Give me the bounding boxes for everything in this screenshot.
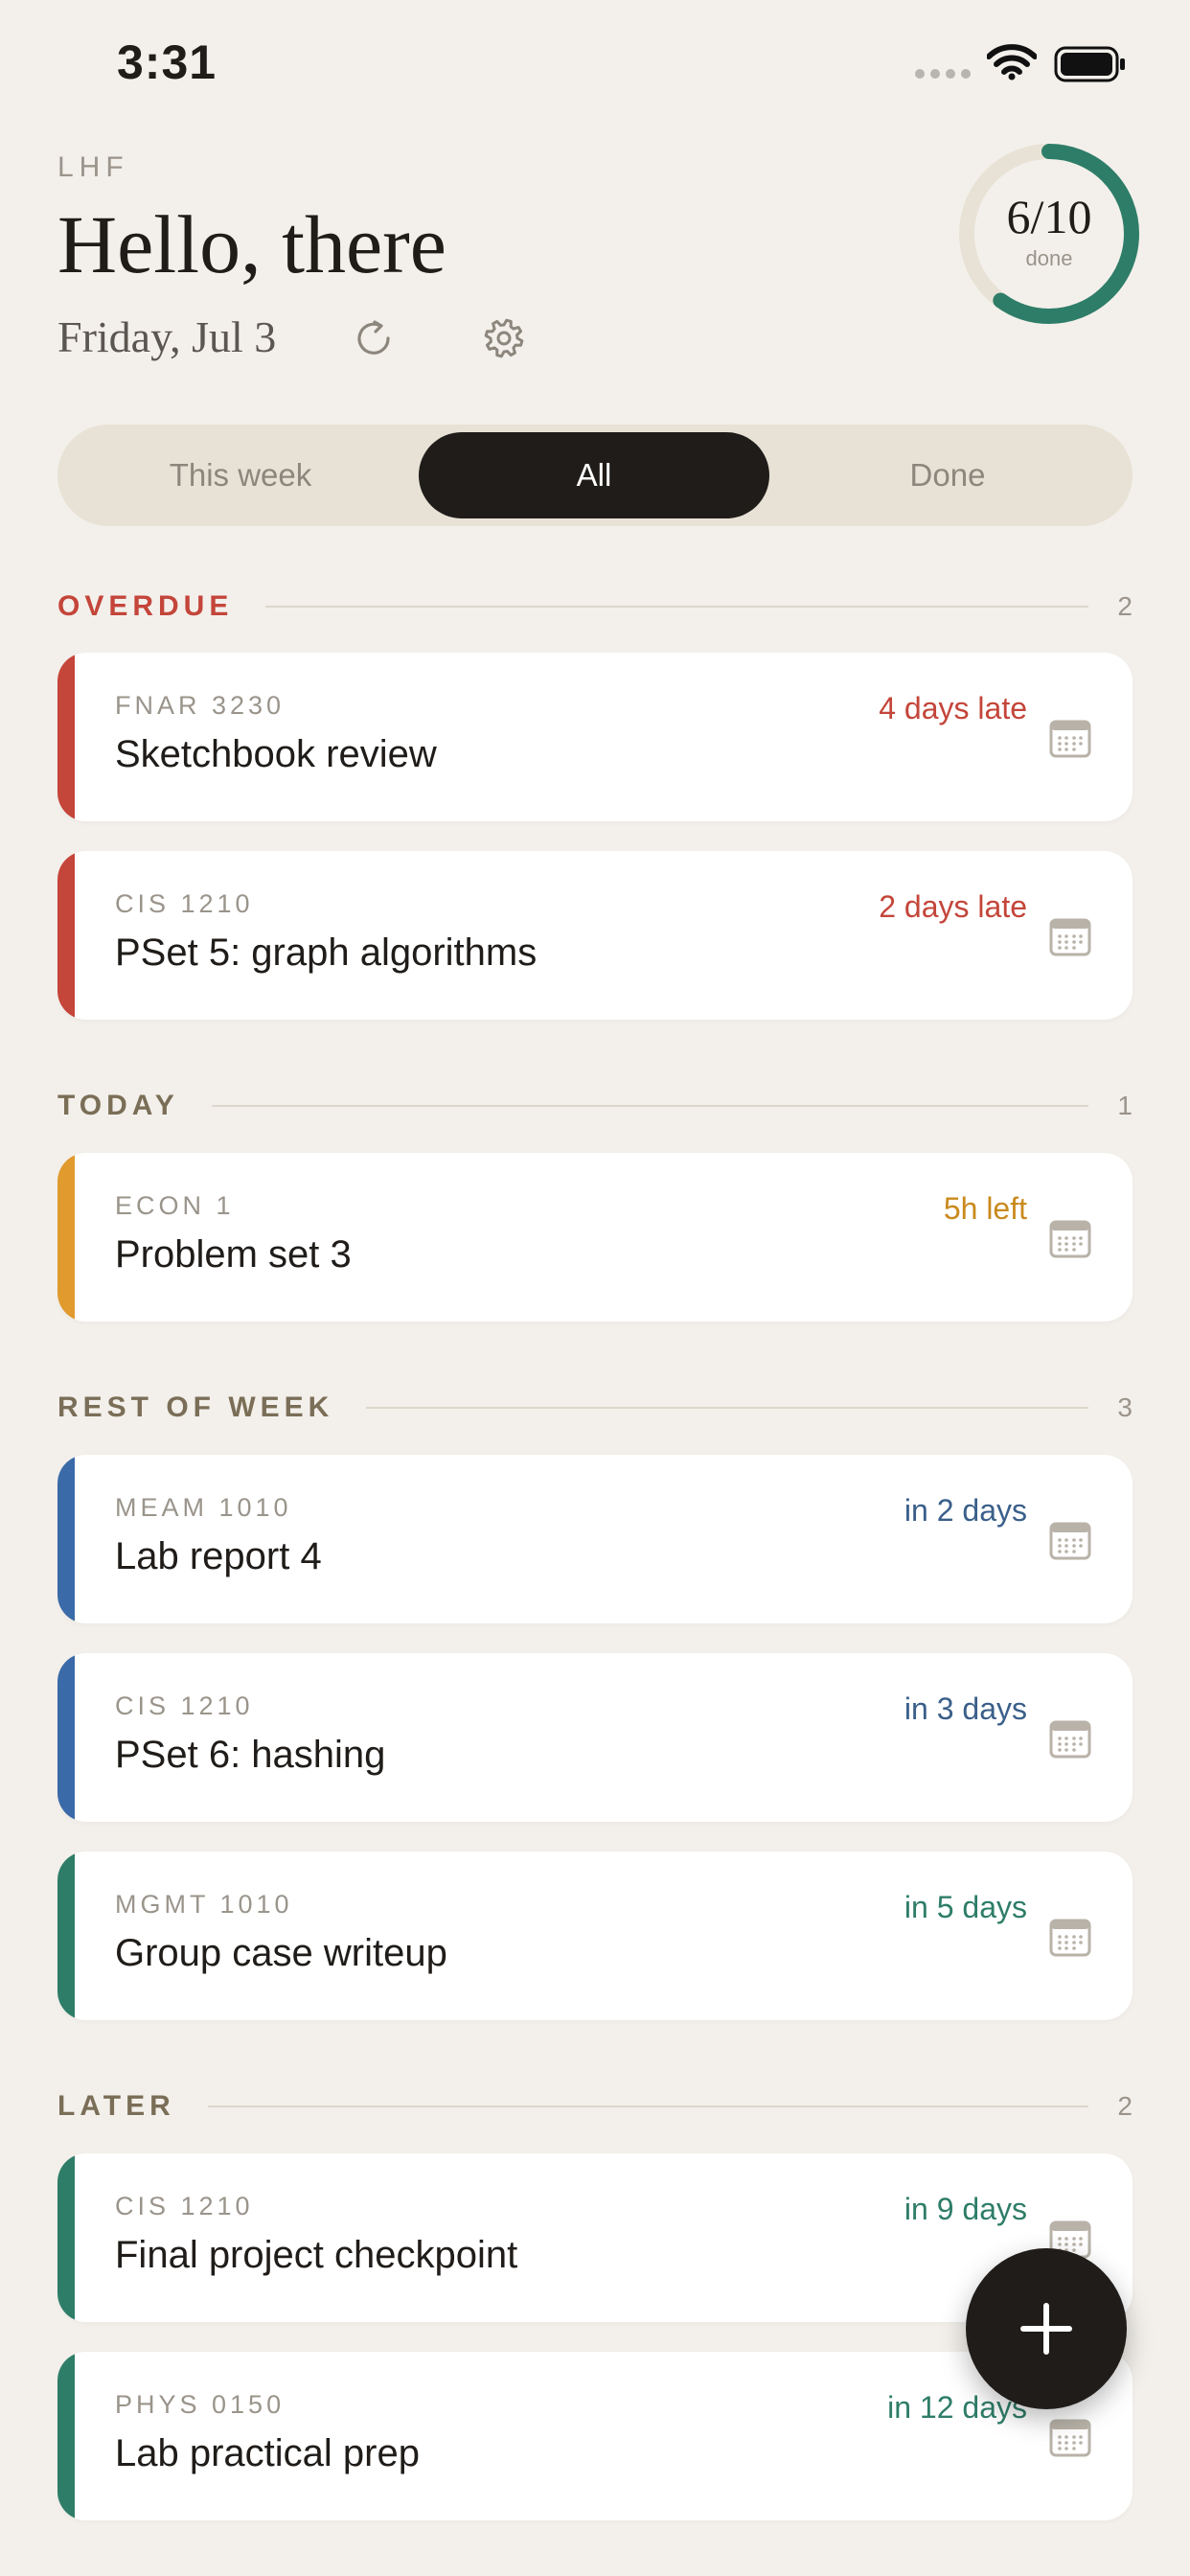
task-card[interactable]: PHYS 0150 Lab practical prep in 12 days [57, 2352, 1133, 2520]
task-title: Lab report 4 [115, 1535, 322, 1577]
card-accent [57, 1455, 75, 1623]
wifi-icon [987, 44, 1037, 80]
task-course: ECON 1 [115, 1191, 235, 1220]
task-course: FNAR 3230 [115, 691, 286, 720]
card-accent [57, 2352, 75, 2520]
calendar-icon[interactable] [1049, 1917, 1091, 1957]
calendar-icon[interactable] [1049, 1718, 1091, 1759]
task-course: MGMT 1010 [115, 1890, 293, 1919]
calendar-icon[interactable] [1049, 1520, 1091, 1560]
task-title: PSet 5: graph algorithms [115, 932, 538, 974]
task-course: CIS 1210 [115, 889, 254, 918]
card-accent [57, 851, 75, 1020]
task-card[interactable]: CIS 1210 PSet 5: graph algorithms 2 days… [57, 851, 1133, 1020]
calendar-icon[interactable] [1049, 2417, 1091, 2457]
section-title: TODAY [57, 1090, 179, 1121]
gear-icon[interactable] [482, 316, 526, 360]
progress-ring: 6/10 done [954, 139, 1144, 329]
section-divider [366, 1407, 1089, 1409]
calendar-icon[interactable] [1049, 718, 1091, 758]
add-task-button[interactable] [966, 2248, 1127, 2409]
progress-count: 6/10 [1006, 190, 1092, 243]
task-due: in 5 days [904, 1890, 1027, 1924]
calendar-icon[interactable] [1049, 916, 1091, 956]
task-card[interactable]: MEAM 1010 Lab report 4 in 2 days [57, 1455, 1133, 1623]
signal-icon [915, 69, 971, 79]
section-title: REST OF WEEK [57, 1392, 334, 1423]
task-due: 4 days late [879, 691, 1027, 725]
section-count: 3 [1117, 1392, 1133, 1422]
progress-label: done [1025, 246, 1073, 270]
section-divider [211, 1105, 1089, 1107]
tab-all[interactable]: All [419, 432, 769, 518]
section-divider [207, 2105, 1089, 2107]
task-due: in 3 days [904, 1691, 1027, 1726]
task-title: Lab practical prep [115, 2432, 420, 2474]
card-accent [57, 1653, 75, 1822]
section-count: 2 [1117, 2091, 1133, 2121]
section-header-overdue: OVERDUE 2 [57, 587, 1133, 626]
task-due: 5h left [943, 1191, 1027, 1226]
section-title: OVERDUE [57, 590, 234, 622]
task-title: Problem set 3 [115, 1233, 352, 1276]
section-header-today: TODAY 1 [57, 1087, 1133, 1125]
card-accent [57, 1852, 75, 2020]
section-title: LATER [57, 2090, 175, 2122]
card-accent [57, 1153, 75, 1322]
tab-done[interactable]: Done [772, 432, 1123, 518]
task-due: in 2 days [904, 1493, 1027, 1528]
refresh-icon[interactable] [352, 316, 396, 360]
section-header-rest-of-week: REST OF WEEK 3 [57, 1389, 1133, 1427]
task-card[interactable]: MGMT 1010 Group case writeup in 5 days [57, 1852, 1133, 2020]
task-card[interactable]: ECON 1 Problem set 3 5h left [57, 1153, 1133, 1322]
card-accent [57, 653, 75, 821]
status-time: 3:31 [117, 35, 217, 89]
task-card[interactable]: FNAR 3230 Sketchbook review 4 days late [57, 653, 1133, 821]
task-title: Sketchbook review [115, 733, 437, 775]
brand-label: LHF [57, 151, 129, 183]
section-count: 2 [1117, 591, 1133, 621]
task-card[interactable]: CIS 1210 PSet 6: hashing in 3 days [57, 1653, 1133, 1822]
task-due: in 9 days [904, 2192, 1027, 2226]
section-divider [265, 606, 1089, 608]
card-accent [57, 2153, 75, 2322]
section-count: 1 [1117, 1091, 1133, 1120]
plus-icon [1020, 2303, 1072, 2355]
task-course: CIS 1210 [115, 2192, 254, 2220]
task-course: CIS 1210 [115, 1691, 254, 1720]
calendar-icon[interactable] [1049, 1218, 1091, 1258]
battery-icon [1054, 46, 1125, 82]
task-title: Final project checkpoint [115, 2234, 518, 2276]
page-title: Hello, there [57, 198, 446, 290]
task-due: 2 days late [879, 889, 1027, 924]
date-label: Friday, Jul 3 [57, 312, 277, 361]
filter-tabs: This week All Done [57, 425, 1133, 526]
task-course: MEAM 1010 [115, 1493, 292, 1522]
section-header-later: LATER 2 [57, 2087, 1133, 2126]
tab-this-week[interactable]: This week [65, 432, 416, 518]
task-course: PHYS 0150 [115, 2390, 286, 2419]
status-bar: 3:31 [0, 0, 1190, 125]
task-title: PSet 6: hashing [115, 1734, 386, 1776]
task-title: Group case writeup [115, 1932, 447, 1974]
